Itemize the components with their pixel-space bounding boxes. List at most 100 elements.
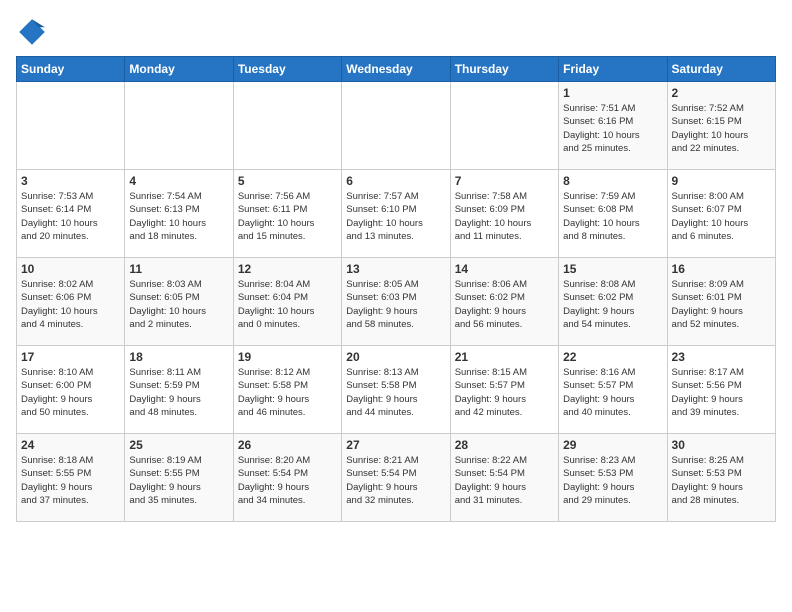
day-info: Sunrise: 8:09 AM Sunset: 6:01 PM Dayligh… xyxy=(672,278,771,331)
day-number: 30 xyxy=(672,438,771,452)
day-number: 27 xyxy=(346,438,445,452)
day-info: Sunrise: 8:15 AM Sunset: 5:57 PM Dayligh… xyxy=(455,366,554,419)
day-info: Sunrise: 8:04 AM Sunset: 6:04 PM Dayligh… xyxy=(238,278,337,331)
day-cell: 21 Sunrise: 8:15 AM Sunset: 5:57 PM Dayli… xyxy=(450,346,558,434)
day-cell: 10Sunrise: 8:02 AM Sunset: 6:06 PM Dayli… xyxy=(17,258,125,346)
day-number: 9 xyxy=(672,174,771,188)
header-cell-tuesday: Tuesday xyxy=(233,57,341,82)
header-cell-friday: Friday xyxy=(559,57,667,82)
day-info: Sunrise: 8:13 AM Sunset: 5:58 PM Dayligh… xyxy=(346,366,445,419)
day-number: 12 xyxy=(238,262,337,276)
day-cell: 20 Sunrise: 8:13 AM Sunset: 5:58 PM Dayli… xyxy=(342,346,450,434)
day-info: Sunrise: 7:57 AM Sunset: 6:10 PM Dayligh… xyxy=(346,190,445,243)
day-number: 8 xyxy=(563,174,662,188)
day-number: 21 xyxy=(455,350,554,364)
day-number: 6 xyxy=(346,174,445,188)
day-info: Sunrise: 8:16 AM Sunset: 5:57 PM Dayligh… xyxy=(563,366,662,419)
day-info: Sunrise: 7:59 AM Sunset: 6:08 PM Dayligh… xyxy=(563,190,662,243)
day-number: 4 xyxy=(129,174,228,188)
day-number: 1 xyxy=(563,86,662,100)
day-cell xyxy=(17,82,125,170)
logo xyxy=(16,16,52,48)
day-info: Sunrise: 8:22 AM Sunset: 5:54 PM Dayligh… xyxy=(455,454,554,507)
day-info: Sunrise: 8:05 AM Sunset: 6:03 PM Dayligh… xyxy=(346,278,445,331)
day-number: 14 xyxy=(455,262,554,276)
day-info: Sunrise: 7:51 AM Sunset: 6:16 PM Dayligh… xyxy=(563,102,662,155)
day-number: 2 xyxy=(672,86,771,100)
day-cell: 15 Sunrise: 8:08 AM Sunset: 6:02 PM Dayli… xyxy=(559,258,667,346)
day-cell xyxy=(233,82,341,170)
day-cell: 27Sunrise: 8:21 AM Sunset: 5:54 PM Dayli… xyxy=(342,434,450,522)
day-cell: 23 Sunrise: 8:17 AM Sunset: 5:56 PM Dayli… xyxy=(667,346,775,434)
header-row: SundayMondayTuesdayWednesdayThursdayFrid… xyxy=(17,57,776,82)
day-number: 11 xyxy=(129,262,228,276)
day-cell xyxy=(125,82,233,170)
day-info: Sunrise: 8:02 AM Sunset: 6:06 PM Dayligh… xyxy=(21,278,120,331)
day-cell: 25 Sunrise: 8:19 AM Sunset: 5:55 PM Dayli… xyxy=(125,434,233,522)
header-cell-wednesday: Wednesday xyxy=(342,57,450,82)
day-cell: 16Sunrise: 8:09 AM Sunset: 6:01 PM Dayli… xyxy=(667,258,775,346)
calendar-table: SundayMondayTuesdayWednesdayThursdayFrid… xyxy=(16,56,776,522)
calendar-header: SundayMondayTuesdayWednesdayThursdayFrid… xyxy=(17,57,776,82)
day-info: Sunrise: 8:03 AM Sunset: 6:05 PM Dayligh… xyxy=(129,278,228,331)
day-info: Sunrise: 8:08 AM Sunset: 6:02 PM Dayligh… xyxy=(563,278,662,331)
day-cell: 3 Sunrise: 7:53 AM Sunset: 6:14 PM Daylig… xyxy=(17,170,125,258)
day-number: 22 xyxy=(563,350,662,364)
day-number: 5 xyxy=(238,174,337,188)
header-cell-sunday: Sunday xyxy=(17,57,125,82)
day-cell: 19 Sunrise: 8:12 AM Sunset: 5:58 PM Dayli… xyxy=(233,346,341,434)
day-info: Sunrise: 8:06 AM Sunset: 6:02 PM Dayligh… xyxy=(455,278,554,331)
page-header xyxy=(16,16,776,48)
day-cell: 2Sunrise: 7:52 AM Sunset: 6:15 PM Daylig… xyxy=(667,82,775,170)
day-cell: 28Sunrise: 8:22 AM Sunset: 5:54 PM Dayli… xyxy=(450,434,558,522)
day-number: 18 xyxy=(129,350,228,364)
day-cell: 8 Sunrise: 7:59 AM Sunset: 6:08 PM Daylig… xyxy=(559,170,667,258)
day-number: 17 xyxy=(21,350,120,364)
day-info: Sunrise: 8:17 AM Sunset: 5:56 PM Dayligh… xyxy=(672,366,771,419)
day-info: Sunrise: 8:12 AM Sunset: 5:58 PM Dayligh… xyxy=(238,366,337,419)
day-number: 7 xyxy=(455,174,554,188)
day-info: Sunrise: 7:53 AM Sunset: 6:14 PM Dayligh… xyxy=(21,190,120,243)
day-number: 20 xyxy=(346,350,445,364)
day-cell: 11 Sunrise: 8:03 AM Sunset: 6:05 PM Dayli… xyxy=(125,258,233,346)
day-number: 23 xyxy=(672,350,771,364)
week-row-3: 10Sunrise: 8:02 AM Sunset: 6:06 PM Dayli… xyxy=(17,258,776,346)
day-cell: 26 Sunrise: 8:20 AM Sunset: 5:54 PM Dayli… xyxy=(233,434,341,522)
week-row-2: 3 Sunrise: 7:53 AM Sunset: 6:14 PM Daylig… xyxy=(17,170,776,258)
day-number: 19 xyxy=(238,350,337,364)
day-cell: 7 Sunrise: 7:58 AM Sunset: 6:09 PM Daylig… xyxy=(450,170,558,258)
day-number: 25 xyxy=(129,438,228,452)
week-row-1: 1 Sunrise: 7:51 AM Sunset: 6:16 PM Daylig… xyxy=(17,82,776,170)
day-cell: 12 Sunrise: 8:04 AM Sunset: 6:04 PM Dayli… xyxy=(233,258,341,346)
day-number: 3 xyxy=(21,174,120,188)
logo-icon xyxy=(16,16,48,48)
week-row-5: 24Sunrise: 8:18 AM Sunset: 5:55 PM Dayli… xyxy=(17,434,776,522)
week-row-4: 17 Sunrise: 8:10 AM Sunset: 6:00 PM Dayli… xyxy=(17,346,776,434)
calendar-body: 1 Sunrise: 7:51 AM Sunset: 6:16 PM Daylig… xyxy=(17,82,776,522)
header-cell-saturday: Saturday xyxy=(667,57,775,82)
day-cell: 6 Sunrise: 7:57 AM Sunset: 6:10 PM Daylig… xyxy=(342,170,450,258)
day-info: Sunrise: 8:20 AM Sunset: 5:54 PM Dayligh… xyxy=(238,454,337,507)
day-number: 15 xyxy=(563,262,662,276)
day-cell: 17 Sunrise: 8:10 AM Sunset: 6:00 PM Dayli… xyxy=(17,346,125,434)
day-cell: 13Sunrise: 8:05 AM Sunset: 6:03 PM Dayli… xyxy=(342,258,450,346)
day-info: Sunrise: 8:25 AM Sunset: 5:53 PM Dayligh… xyxy=(672,454,771,507)
day-info: Sunrise: 8:00 AM Sunset: 6:07 PM Dayligh… xyxy=(672,190,771,243)
day-cell: 22 Sunrise: 8:16 AM Sunset: 5:57 PM Dayli… xyxy=(559,346,667,434)
day-info: Sunrise: 7:58 AM Sunset: 6:09 PM Dayligh… xyxy=(455,190,554,243)
header-cell-monday: Monday xyxy=(125,57,233,82)
day-cell: 4 Sunrise: 7:54 AM Sunset: 6:13 PM Daylig… xyxy=(125,170,233,258)
day-info: Sunrise: 8:19 AM Sunset: 5:55 PM Dayligh… xyxy=(129,454,228,507)
day-info: Sunrise: 8:18 AM Sunset: 5:55 PM Dayligh… xyxy=(21,454,120,507)
day-cell: 30 Sunrise: 8:25 AM Sunset: 5:53 PM Dayli… xyxy=(667,434,775,522)
header-cell-thursday: Thursday xyxy=(450,57,558,82)
day-info: Sunrise: 8:11 AM Sunset: 5:59 PM Dayligh… xyxy=(129,366,228,419)
day-info: Sunrise: 7:54 AM Sunset: 6:13 PM Dayligh… xyxy=(129,190,228,243)
day-number: 29 xyxy=(563,438,662,452)
day-number: 26 xyxy=(238,438,337,452)
day-info: Sunrise: 8:10 AM Sunset: 6:00 PM Dayligh… xyxy=(21,366,120,419)
day-cell: 5 Sunrise: 7:56 AM Sunset: 6:11 PM Daylig… xyxy=(233,170,341,258)
day-cell xyxy=(450,82,558,170)
day-cell: 24Sunrise: 8:18 AM Sunset: 5:55 PM Dayli… xyxy=(17,434,125,522)
day-info: Sunrise: 7:56 AM Sunset: 6:11 PM Dayligh… xyxy=(238,190,337,243)
